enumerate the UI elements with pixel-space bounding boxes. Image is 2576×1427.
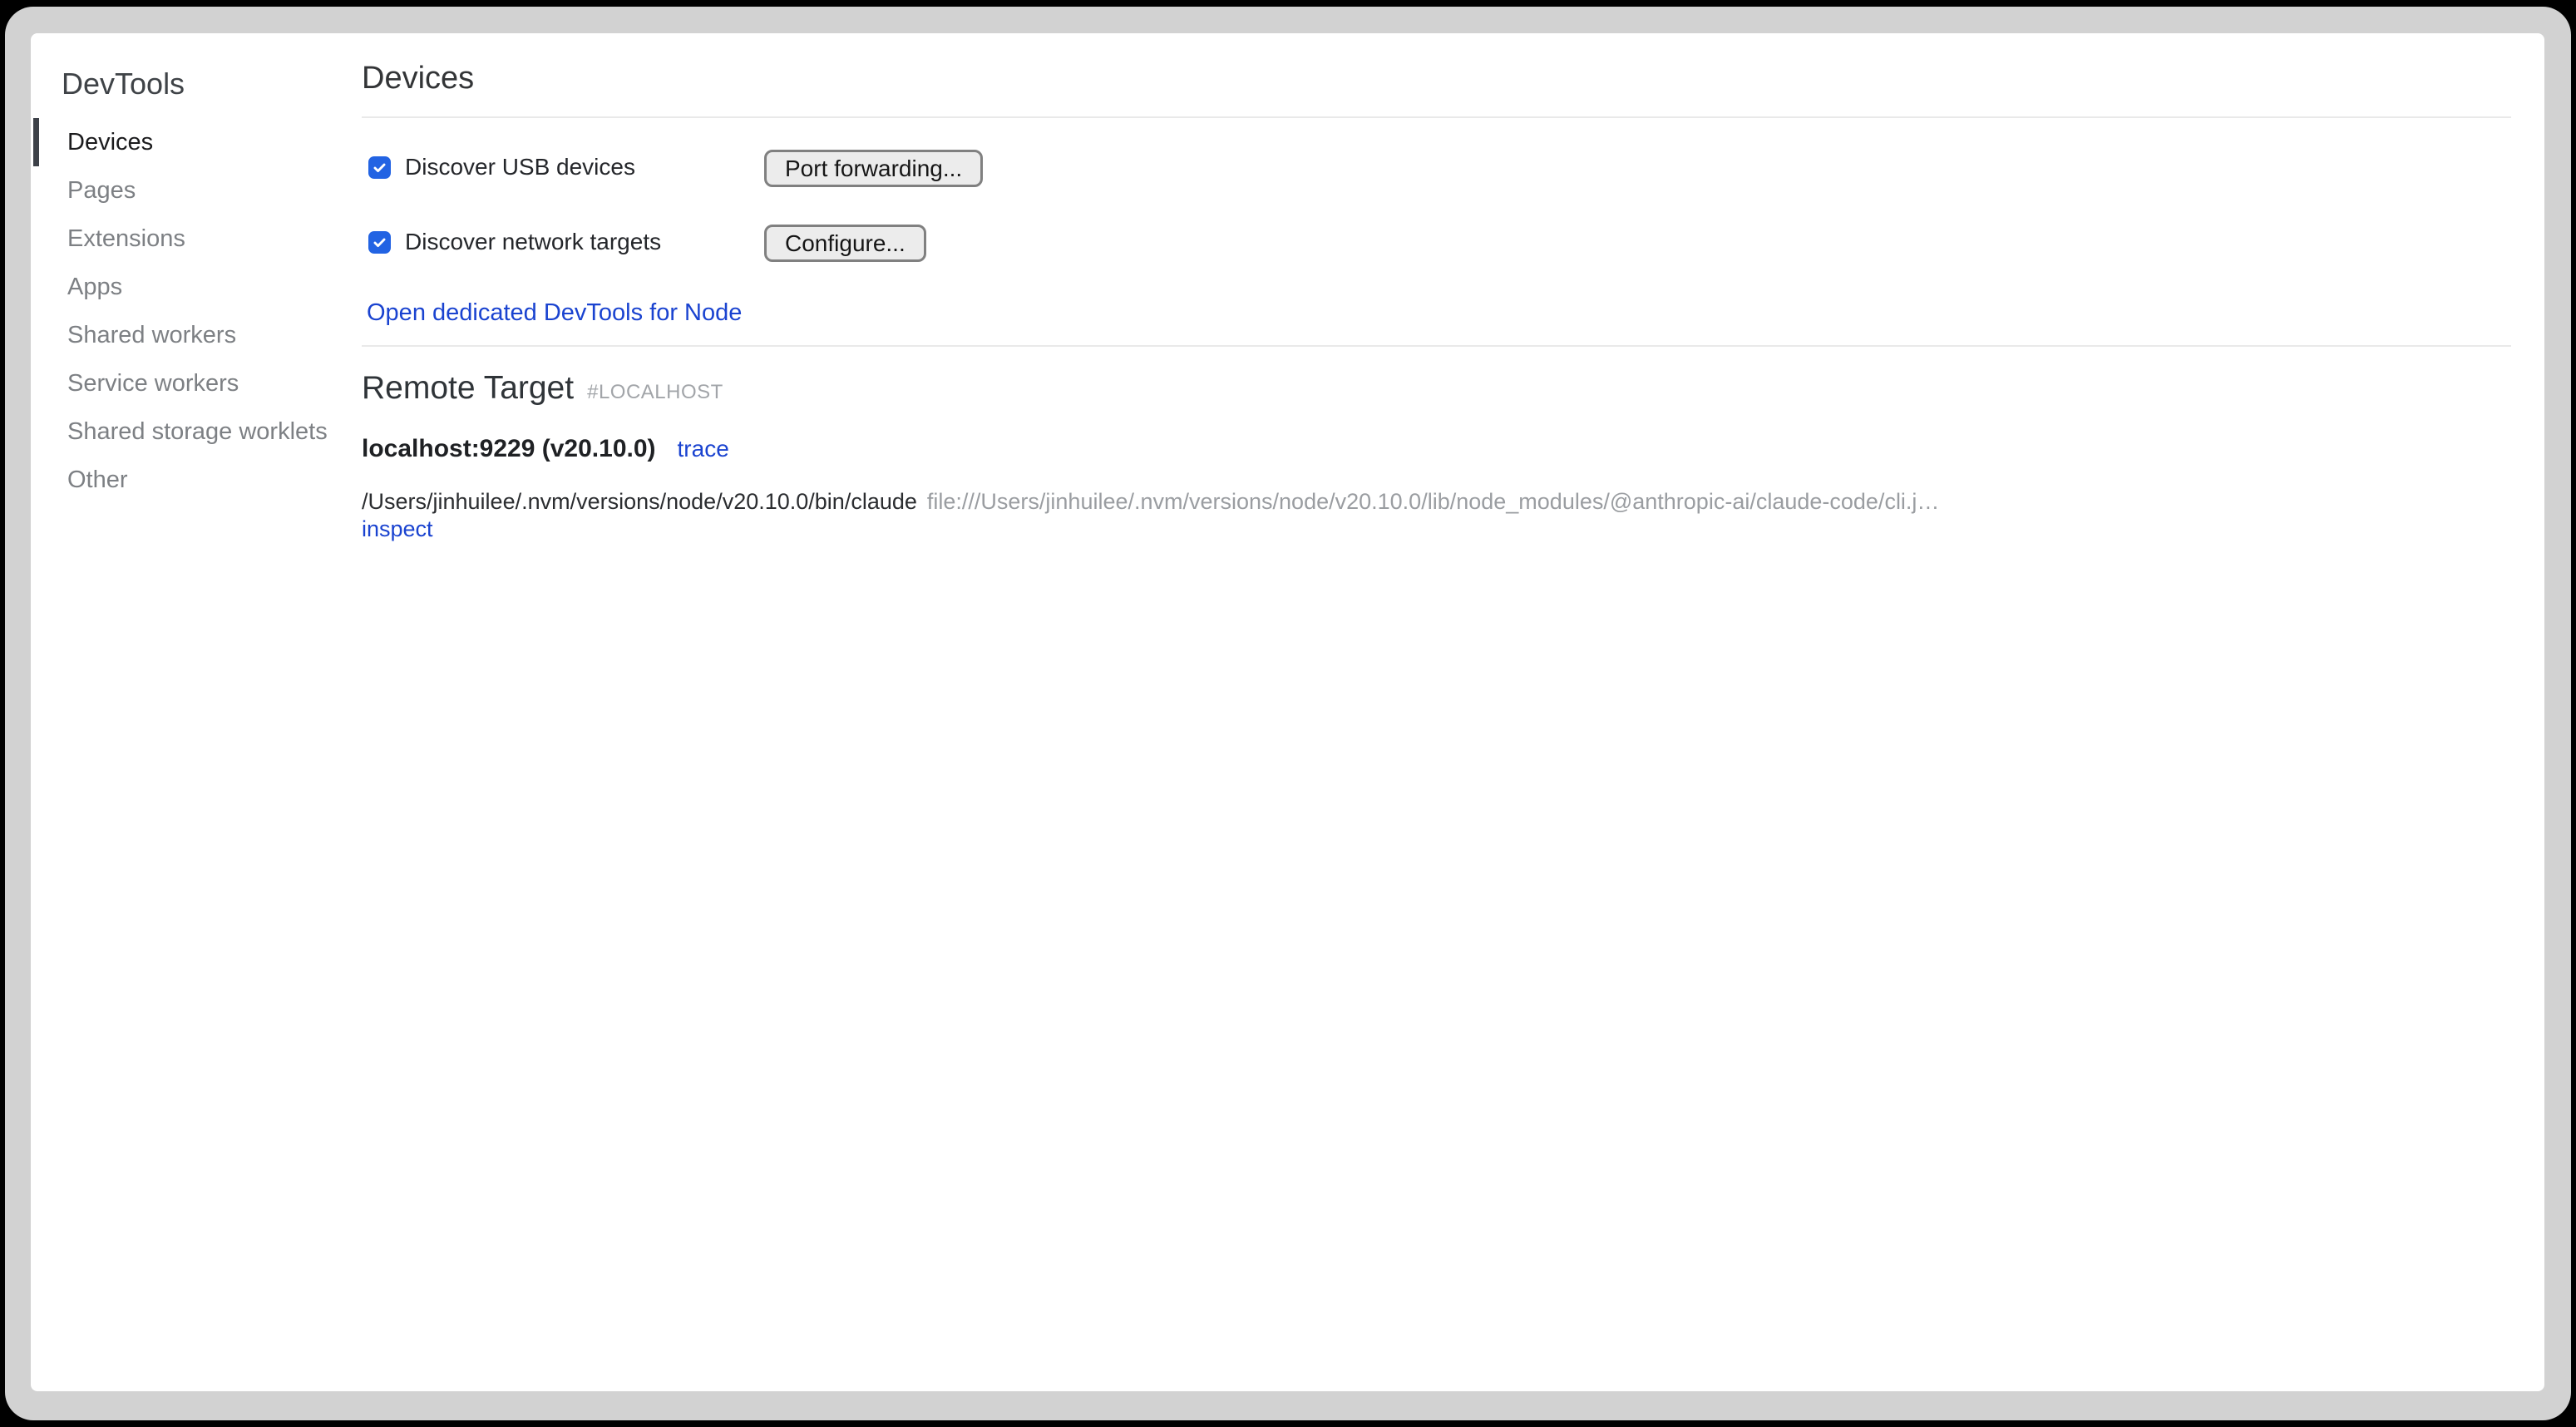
target-detail-row: /Users/jinhuilee/.nvm/versions/node/v20.… xyxy=(362,488,2511,516)
checkmark-icon xyxy=(372,235,387,250)
selected-indicator-bar xyxy=(33,118,39,166)
sidebar-item-shared-workers[interactable]: Shared workers xyxy=(31,311,362,359)
port-forwarding-button[interactable]: Port forwarding... xyxy=(764,150,983,187)
sidebar-item-shared-storage-worklets[interactable]: Shared storage worklets xyxy=(31,407,362,456)
sidebar-item-extensions[interactable]: Extensions xyxy=(31,215,362,263)
app-window-frame: DevTools Devices Pages Extensions Apps xyxy=(5,7,2571,1420)
sidebar-item-label: Pages xyxy=(67,177,136,205)
sidebar-item-label: Devices xyxy=(67,129,153,156)
discover-network-label: Discover network targets xyxy=(405,229,661,255)
discover-network-row: Discover network targets Configure... xyxy=(362,225,2511,259)
sidebar-item-devices[interactable]: Devices xyxy=(31,118,362,166)
sidebar-item-label: Shared workers xyxy=(67,322,236,349)
target-process-path: /Users/jinhuilee/.nvm/versions/node/v20.… xyxy=(362,489,917,514)
sidebar: DevTools Devices Pages Extensions Apps xyxy=(31,33,362,1391)
divider xyxy=(362,116,2511,118)
target-name: localhost:9229 (v20.10.0) xyxy=(362,435,656,463)
checkmark-icon xyxy=(372,160,387,175)
discover-usb-label: Discover USB devices xyxy=(405,154,635,180)
target-name-row: localhost:9229 (v20.10.0) trace xyxy=(362,435,2511,463)
trace-link[interactable]: trace xyxy=(678,436,729,462)
inspect-link[interactable]: inspect xyxy=(362,516,433,541)
inspect-row: inspect xyxy=(362,516,2511,546)
sidebar-item-label: Extensions xyxy=(67,225,185,253)
localhost-badge: #LOCALHOST xyxy=(587,381,723,404)
discovery-settings: Discover USB devices Port forwarding... … xyxy=(362,150,2511,259)
inspect-devices-page: DevTools Devices Pages Extensions Apps xyxy=(31,33,2544,1391)
page-title: Devices xyxy=(362,58,2511,98)
sidebar-item-apps[interactable]: Apps xyxy=(31,263,362,311)
target-url: file:///Users/jinhuilee/.nvm/versions/no… xyxy=(927,489,1940,514)
remote-target-header: Remote Target #LOCALHOST xyxy=(362,368,2511,408)
configure-button[interactable]: Configure... xyxy=(764,225,926,262)
divider xyxy=(362,345,2511,347)
discover-usb-checkbox[interactable] xyxy=(368,156,391,179)
sidebar-item-label: Service workers xyxy=(67,370,239,397)
sidebar-item-label: Apps xyxy=(67,274,122,301)
remote-target-title: Remote Target xyxy=(362,368,574,408)
sidebar-item-service-workers[interactable]: Service workers xyxy=(31,359,362,407)
sidebar-item-other[interactable]: Other xyxy=(31,456,362,504)
sidebar-item-label: Other xyxy=(67,467,128,494)
sidebar-item-pages[interactable]: Pages xyxy=(31,166,362,215)
devtools-title: DevTools xyxy=(62,65,362,103)
discover-network-checkbox[interactable] xyxy=(368,231,391,254)
main-content: Devices Discover USB devices Port forwar… xyxy=(362,33,2544,1391)
sidebar-nav: Devices Pages Extensions Apps Shared wor… xyxy=(31,118,362,504)
sidebar-item-label: Shared storage worklets xyxy=(67,418,328,446)
discover-usb-row: Discover USB devices Port forwarding... xyxy=(362,150,2511,185)
node-devtools-link-row: Open dedicated DevTools for Node xyxy=(362,299,2511,327)
open-node-devtools-link[interactable]: Open dedicated DevTools for Node xyxy=(367,299,742,326)
